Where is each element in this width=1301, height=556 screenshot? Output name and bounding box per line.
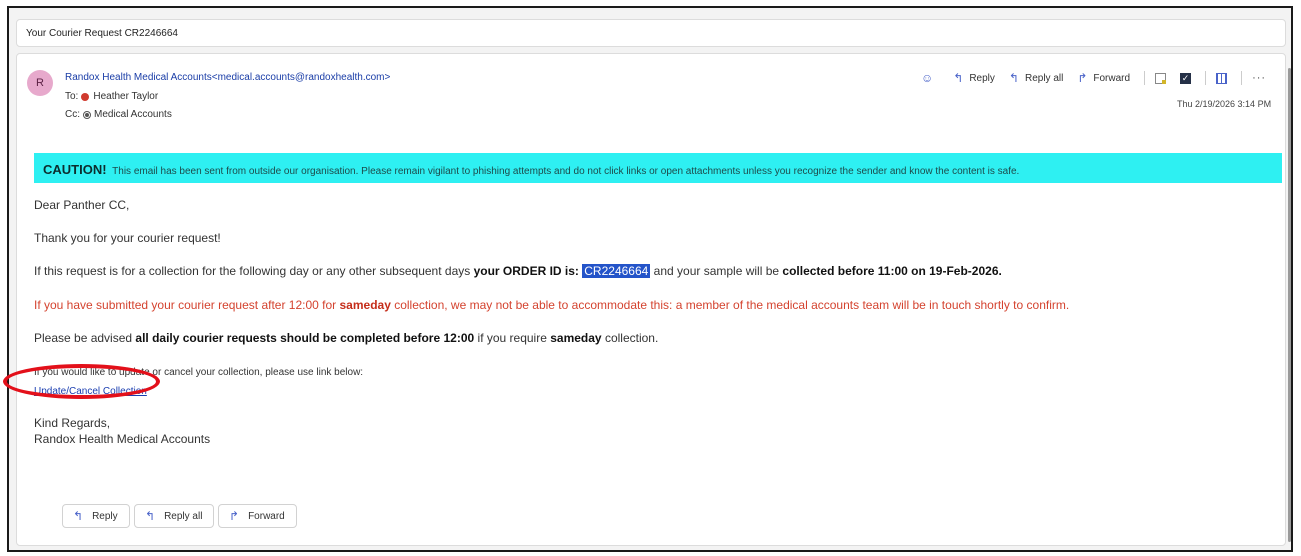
subject-bar: Your Courier Request CR2246664 xyxy=(16,19,1286,47)
sender-address[interactable]: Randox Health Medical Accounts<medical.a… xyxy=(65,72,390,83)
footer-reply-label: Reply xyxy=(92,510,118,522)
emoji-react-button[interactable]: ☺ xyxy=(921,71,939,85)
scrollbar[interactable] xyxy=(1288,68,1291,542)
update-link-wrapper: Update/Cancel Collection xyxy=(34,383,147,397)
reply-all-icon: ↰ xyxy=(145,509,156,523)
forward-icon: ↱ xyxy=(1077,71,1088,85)
thanks-line: Thank you for your courier request! xyxy=(34,231,221,245)
warn-post: collection, we may not be able to accomm… xyxy=(390,298,1070,312)
footer-forward-label: Forward xyxy=(248,510,285,522)
order-mid: and your sample will be xyxy=(650,264,783,278)
advise-post: collection. xyxy=(601,331,659,345)
group-icon xyxy=(83,110,91,119)
apps-icon[interactable] xyxy=(1216,72,1228,84)
toolbar-divider-3 xyxy=(1241,71,1243,85)
order-id[interactable]: CR2246664 xyxy=(582,264,651,278)
smiley-icon: ☺ xyxy=(921,71,934,85)
reply-button[interactable]: ↰ Reply xyxy=(953,71,995,85)
reply-all-icon: ↰ xyxy=(1008,71,1019,85)
to-line: To: Heather Taylor xyxy=(65,91,158,102)
to-label: To: xyxy=(65,91,79,102)
signature: Randox Health Medical Accounts xyxy=(34,432,211,446)
order-label: your ORDER ID is: xyxy=(473,264,583,278)
message-card: R Randox Health Medical Accounts<medical… xyxy=(16,53,1286,546)
forward-label: Forward xyxy=(1093,72,1131,84)
email-subject: Your Courier Request CR2246664 xyxy=(26,28,178,39)
cc-recipient[interactable]: Medical Accounts xyxy=(94,109,172,120)
advise-pre: Please be advised xyxy=(34,331,136,345)
cc-line: Cc: Medical Accounts xyxy=(65,109,172,120)
reply-all-label: Reply all xyxy=(1024,72,1064,84)
forward-icon: ↱ xyxy=(229,509,240,523)
more-actions-icon[interactable]: ··· xyxy=(1252,72,1266,84)
reply-label: Reply xyxy=(969,72,995,84)
reply-icon: ↰ xyxy=(73,509,84,523)
sameday-warning: If you have submitted your courier reque… xyxy=(34,298,1069,312)
cc-label: Cc: xyxy=(65,109,80,120)
footer-reply-all-label: Reply all xyxy=(164,510,203,522)
sticky-note-icon[interactable] xyxy=(1155,72,1167,84)
order-line: If this request is for a collection for … xyxy=(34,264,1002,278)
received-date: Thu 2/19/2026 3:14 PM xyxy=(1177,99,1272,109)
forward-button[interactable]: ↱ Forward xyxy=(1077,71,1130,85)
caution-label: CAUTION! xyxy=(43,162,107,177)
flag-check-icon[interactable]: ✓ xyxy=(1180,72,1192,84)
update-cancel-link[interactable]: Update/Cancel Collection xyxy=(34,386,147,397)
advise-mid: if you require xyxy=(474,331,551,345)
regards: Kind Regards, xyxy=(34,416,111,430)
footer-reply-all-button[interactable]: ↰ Reply all xyxy=(134,504,214,528)
caution-message: This email has been sent from outside ou… xyxy=(112,166,1020,177)
order-pre: If this request is for a collection for … xyxy=(34,264,474,278)
footer-reply-button[interactable]: ↰ Reply xyxy=(62,504,130,528)
message-toolbar: ☺ ↰ Reply ↰ Reply all ↱ Forward ✓ ··· xyxy=(921,68,1266,88)
collection-time: collected before 11:00 on 19-Feb-2026. xyxy=(782,264,1002,278)
caution-banner: CAUTION! This email has been sent from o… xyxy=(34,153,1282,183)
reply-icon: ↰ xyxy=(953,71,964,85)
toolbar-divider xyxy=(1144,71,1146,85)
presence-busy-icon xyxy=(81,92,90,101)
reply-all-button[interactable]: ↰ Reply all xyxy=(1009,71,1063,85)
email-window: Your Courier Request CR2246664 R Randox … xyxy=(7,6,1293,552)
footer-forward-button[interactable]: ↱ Forward xyxy=(218,504,297,528)
scrollbar-thumb[interactable] xyxy=(1288,68,1291,542)
warn-bold: sameday xyxy=(339,298,391,312)
warn-pre: If you have submitted your courier reque… xyxy=(34,298,340,312)
advise-bold: all daily courier requests should be com… xyxy=(135,331,475,345)
to-recipient[interactable]: Heather Taylor xyxy=(93,91,158,102)
advise-line: Please be advised all daily courier requ… xyxy=(34,331,658,345)
avatar[interactable]: R xyxy=(27,70,53,96)
greeting: Dear Panther CC, xyxy=(34,198,130,212)
toolbar-divider-2 xyxy=(1205,71,1207,85)
advise-bold2: sameday xyxy=(550,331,602,345)
update-instructions: If you would like to update or cancel yo… xyxy=(34,367,364,378)
